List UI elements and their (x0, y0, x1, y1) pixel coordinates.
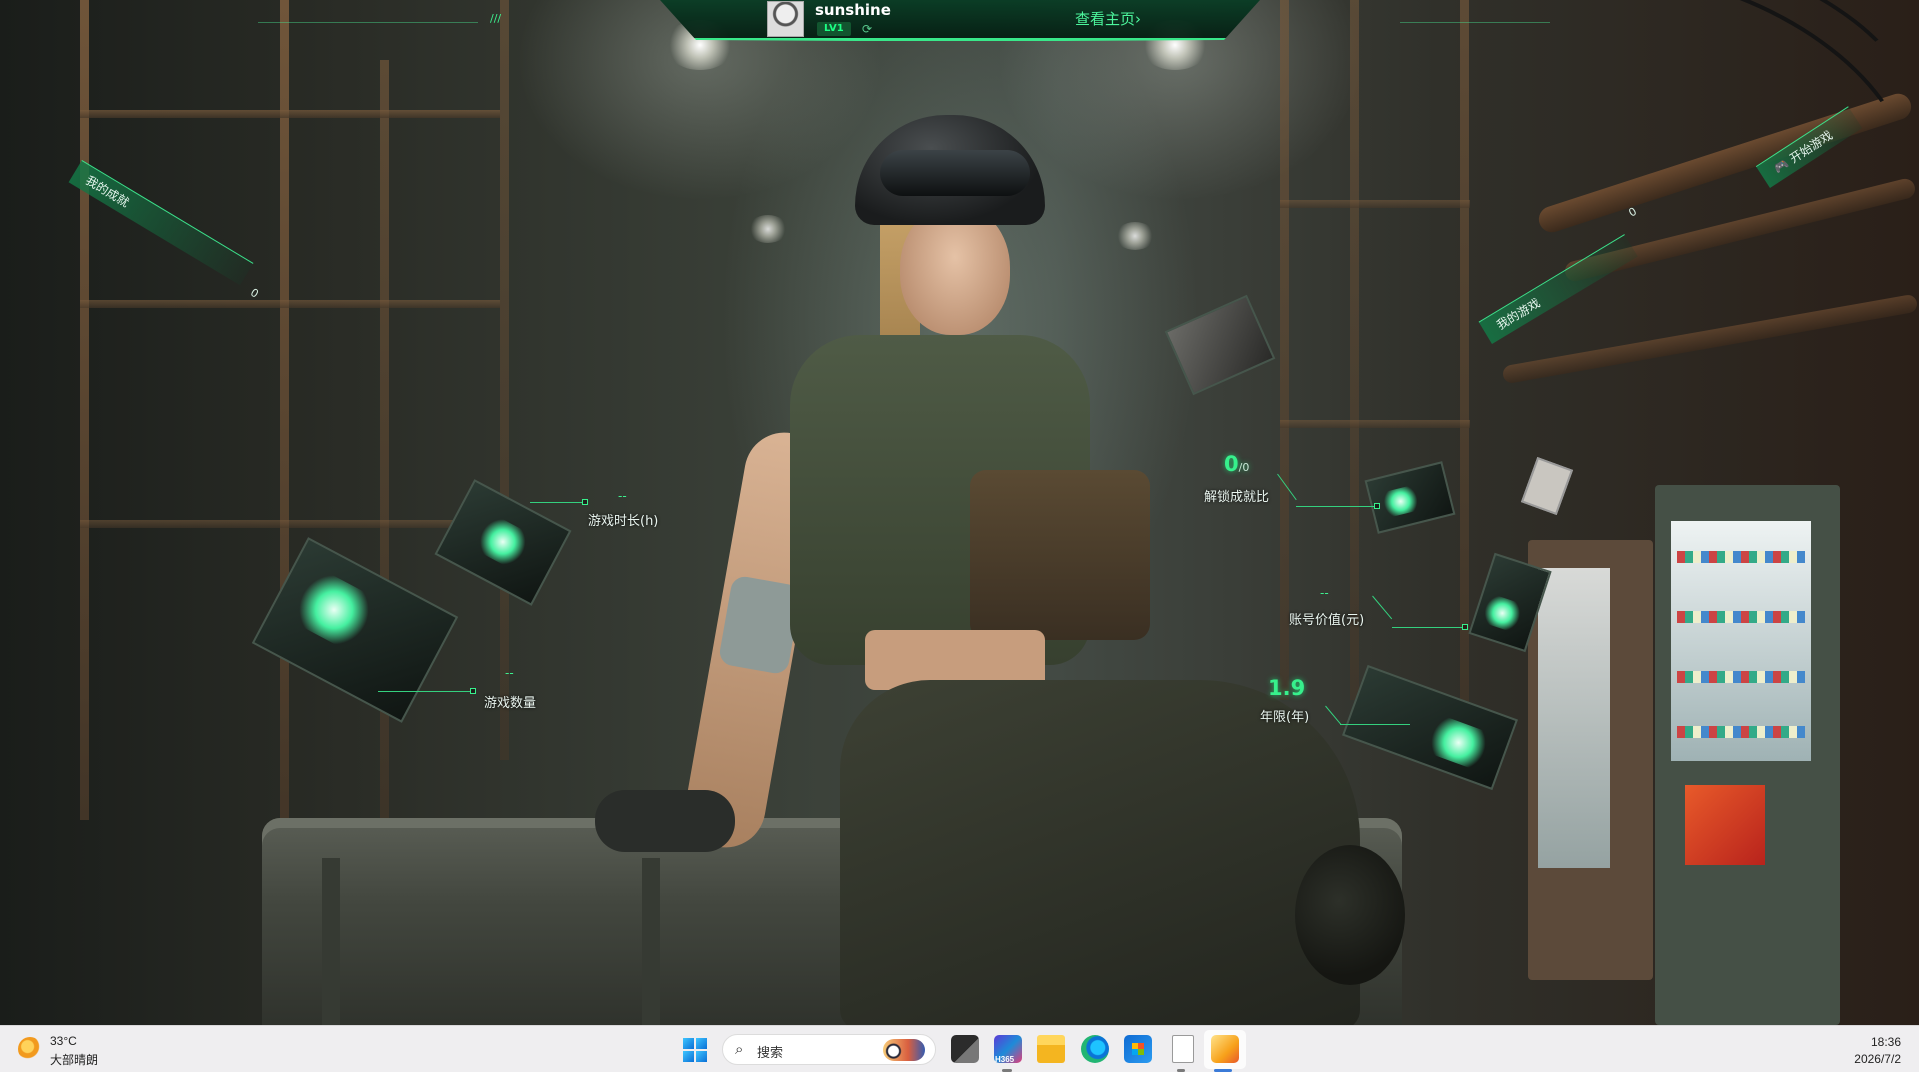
scaffold-beam (80, 0, 89, 820)
scaffold-beam (500, 0, 509, 760)
floating-circuit-board (1364, 461, 1456, 534)
vending-machine (1655, 485, 1840, 1025)
scaffold-beam (1350, 0, 1359, 700)
floating-debris (1164, 294, 1276, 396)
hud-decor-line (1400, 22, 1550, 23)
game-count-value: -- (505, 666, 514, 680)
search-icon: ⌕ (735, 1041, 744, 1058)
nyx-app-icon[interactable]: H365 (994, 1035, 1022, 1064)
callout-node (582, 499, 588, 505)
scaffold-beam (1280, 200, 1470, 208)
vending-machine (1528, 540, 1653, 980)
ceiling-light (1115, 222, 1155, 250)
wall-pipe (1501, 293, 1919, 385)
windows-start-icon[interactable] (683, 1038, 707, 1062)
taskbar-search-box[interactable]: ⌕ 搜索 (722, 1034, 936, 1065)
ceiling-light (748, 215, 788, 243)
wallpaper-scene (0, 0, 1919, 1025)
callout-node (1374, 503, 1380, 509)
weather-description[interactable]: 大部晴朗 (50, 1051, 98, 1068)
callout-line (378, 691, 470, 692)
microsoft-store-icon[interactable] (1124, 1035, 1152, 1063)
weather-sun-icon[interactable] (18, 1037, 42, 1061)
account-age-value: 1.9 (1268, 676, 1306, 700)
user-avatar[interactable] (767, 1, 804, 37)
task-view-icon[interactable] (951, 1035, 979, 1063)
refresh-icon[interactable]: ⟳ (862, 22, 872, 36)
scaffold-beam (1280, 0, 1289, 700)
clock-time[interactable]: 18:36 (1871, 1035, 1901, 1049)
view-profile-link[interactable]: 查看主页› (1075, 8, 1141, 29)
character-pouch (970, 470, 1150, 640)
account-age-label: 年限(年) (1260, 710, 1310, 725)
account-value-label: 账号价值(元) (1289, 613, 1365, 628)
wallpaper-app-icon[interactable] (1211, 1035, 1239, 1063)
scaffold-beam (80, 110, 500, 118)
gamepad-icon: 🎮 (1771, 156, 1792, 177)
character-glove (595, 790, 735, 852)
scaffold-beam (80, 300, 500, 308)
hud-decor-line (258, 22, 478, 23)
callout-line (530, 502, 582, 503)
floating-debris (1520, 456, 1574, 516)
scaffold-beam (1280, 420, 1470, 428)
callout-line (1392, 627, 1462, 628)
callout-line (1340, 724, 1410, 725)
file-explorer-icon[interactable] (1037, 1035, 1065, 1063)
notepad-icon[interactable] (1172, 1035, 1194, 1063)
app-badge: H365 (995, 1055, 1015, 1064)
scaffold-beam (280, 0, 289, 820)
floating-circuit-board (1341, 664, 1519, 791)
taskbar: 33°C 大部晴朗 ⌕ 搜索 H365 18:36 2026/7/2 (0, 1025, 1919, 1072)
weather-temperature[interactable]: 33°C (50, 1034, 77, 1048)
user-profile-bar (660, 0, 1260, 40)
character-knee-pad (1295, 845, 1405, 985)
game-count-label: 游戏数量 (484, 696, 537, 711)
clock-date[interactable]: 2026/7/2 (1854, 1052, 1901, 1066)
unlock-ratio-total: /0 (1238, 461, 1250, 474)
unlock-ratio-label: 解锁成就比 (1204, 490, 1270, 505)
edge-browser-icon[interactable] (1081, 1035, 1109, 1063)
character-goggles (880, 150, 1030, 196)
play-time-label: 游戏时长(h) (588, 514, 659, 529)
username: sunshine (815, 1, 891, 19)
character-pants (840, 680, 1360, 1025)
view-profile-label: 查看主页 (1075, 10, 1136, 28)
callout-line (1296, 506, 1374, 507)
level-badge: LV1 (817, 22, 851, 36)
account-value-value: -- (1320, 586, 1329, 600)
profile-bar-underline (700, 38, 1220, 41)
chevron-right-icon: › (1135, 10, 1142, 28)
unlock-ratio-value: 0/0 (1224, 452, 1250, 476)
search-highlight-icon (883, 1039, 925, 1061)
scaffold-beam (80, 520, 500, 528)
callout-node (1462, 624, 1468, 630)
search-placeholder: 搜索 (757, 1045, 784, 1060)
callout-node (470, 688, 476, 694)
play-time-value: -- (618, 489, 627, 503)
floating-circuit-board (434, 479, 572, 606)
hud-decor-slashes: /// (490, 12, 502, 25)
